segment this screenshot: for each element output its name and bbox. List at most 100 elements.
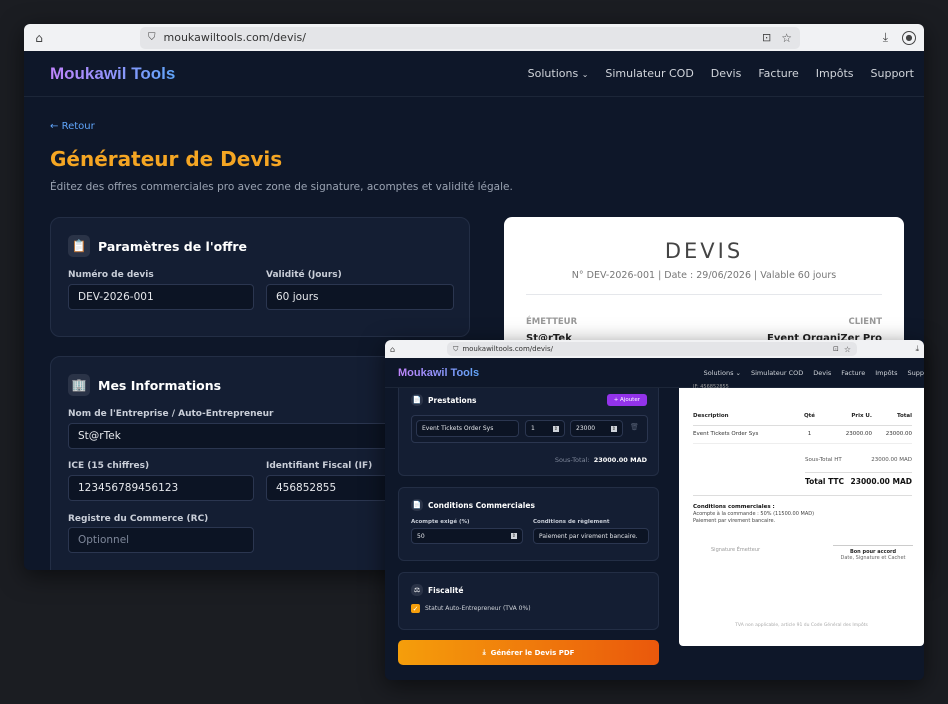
payment-terms-label: Conditions de règlement (533, 519, 610, 525)
site-header: Moukawil Tools Solutions ⌄ Simulateur CO… (24, 51, 924, 97)
nav-facture[interactable]: Facture (758, 67, 798, 80)
clipboard-icon: 📋 (68, 235, 90, 257)
nav-solutions-2[interactable]: Solutions ⌄ (704, 369, 741, 377)
nav-impots-2[interactable]: Impôts (875, 369, 897, 377)
generate-pdf-button[interactable]: ⤓ Générer le Devis PDF (398, 640, 659, 665)
building-icon: 🏢 (68, 374, 90, 396)
account-icon[interactable]: ● (902, 30, 916, 45)
install-icon[interactable]: ⊡ (833, 345, 839, 353)
star-icon[interactable]: ☆ (781, 31, 792, 45)
stepper-icon[interactable]: ⇕ (510, 533, 517, 539)
nav-devis[interactable]: Devis (711, 67, 742, 80)
download-icon[interactable]: ⤓ (915, 344, 919, 354)
quote-number-input[interactable]: DEV-2026-001 (68, 284, 254, 310)
preview-line-row: Event Tickets Order Sys 1 23000.00 23000… (693, 431, 912, 444)
home-icon[interactable]: ⌂ (390, 345, 395, 354)
preview-meta: N° DEV-2026-001 | Date : 29/06/2026 | Va… (571, 270, 837, 281)
preview-divider (526, 294, 882, 295)
payment-terms-input[interactable]: Paiement par virement bancaire. (533, 528, 649, 544)
ice-label: ICE (15 chiffres) (68, 461, 150, 471)
back-link[interactable]: ← Retour (50, 121, 95, 132)
stepper-icon[interactable]: ⇕ (552, 425, 559, 432)
nav-facture-2[interactable]: Facture (841, 369, 865, 377)
preview-if-cut: IF: 456852855 (693, 384, 729, 390)
line-price-input[interactable]: 23000 ⇕ (570, 420, 623, 437)
ice-input[interactable]: 123456789456123 (68, 475, 254, 501)
stepper-icon[interactable]: ⇕ (610, 425, 617, 432)
main-nav-2: Solutions ⌄ Simulateur COD Devis Facture… (704, 369, 924, 377)
subtotal-row: Sous-Total: 23000.00 MAD (554, 456, 647, 464)
quote-preview-bottom: IF: 456852855 Description Qté Prix U. To… (679, 384, 924, 646)
nav-cod[interactable]: Simulateur COD (605, 67, 693, 80)
site-header-2: Moukawil Tools Solutions ⌄ Simulateur CO… (385, 358, 924, 388)
checkbox-icon[interactable]: ✓ (411, 604, 420, 613)
site-logo[interactable]: Moukawil Tools (50, 64, 175, 84)
auto-entrepreneur-toggle[interactable]: ✓ Statut Auto-Entrepreneur (TVA 0%) (411, 604, 531, 613)
signature-emitter: Signature Émetteur (711, 547, 761, 553)
nav-solutions[interactable]: Solutions ⌄ (528, 67, 589, 80)
signature-client: Bon pour accord Date, Signature et Cache… (833, 545, 913, 561)
client-label: CLIENT (848, 317, 882, 327)
nav-impots[interactable]: Impôts (816, 67, 854, 80)
info-card-title: Mes Informations (98, 377, 222, 393)
download-icon[interactable]: ⤓ (883, 30, 888, 45)
rc-label: Registre du Commerce (RC) (68, 514, 209, 524)
home-icon[interactable]: ⌂ (32, 31, 46, 45)
browser-toolbar: ⌂ ⛉ moukawiltools.com/devis/ ⊡ ☆ ⤓ ● (24, 24, 924, 51)
prestations-card: 📄 Prestations + Ajouter Event Tickets Or… (398, 388, 659, 476)
company-name-label: Nom de l'Entreprise / Auto-Entrepreneur (68, 409, 274, 419)
chevron-down-icon: ⌄ (581, 70, 589, 79)
preview-subtotal: Sous-Total HT 23000.00 MAD (805, 457, 912, 463)
fiscal-card: ⚖ Fiscalité ✓ Statut Auto-Entrepreneur (… (398, 572, 659, 630)
shield-icon: ⛉ (148, 32, 156, 43)
offer-settings-card: 📋 Paramètres de l'offre Numéro de devis … (50, 217, 470, 337)
shield-icon: ⛉ (453, 344, 459, 353)
page-subtitle: Éditez des offres commerciales pro avec … (50, 181, 513, 193)
prestations-title: Prestations (428, 395, 477, 405)
arrow-left-icon: ← (50, 121, 59, 132)
nav-cod-2[interactable]: Simulateur COD (751, 369, 803, 377)
nav-devis-2[interactable]: Devis (813, 369, 831, 377)
browser-toolbar-2: ⌂ ⛉ moukawiltools.com/devis/ ⊡ ☆ ⤓ (385, 340, 924, 358)
quote-number-label: Numéro de devis (68, 270, 154, 280)
chevron-down-icon: ⌄ (735, 368, 741, 377)
fiscal-title: Fiscalité (428, 585, 464, 595)
rc-input[interactable]: Optionnel (68, 527, 254, 553)
deposit-label: Acompte exigé (%) (411, 519, 470, 525)
install-icon[interactable]: ⊡ (762, 31, 771, 44)
line-qty-input[interactable]: 1 ⇕ (525, 420, 565, 437)
download-icon: ⤓ (482, 648, 486, 656)
deposit-input[interactable]: 50 ⇕ (411, 528, 523, 544)
address-bar-2[interactable]: ⛉ moukawiltools.com/devis/ ⊡ ☆ (447, 342, 858, 356)
validity-input[interactable]: 60 jours (266, 284, 454, 310)
main-nav: Solutions ⌄ Simulateur COD Devis Facture… (528, 67, 914, 80)
line-description-input[interactable]: Event Tickets Order Sys (416, 420, 519, 437)
preview-table-header: Description Qté Prix U. Total (693, 413, 912, 426)
preview-total: Total TTC 23000.00 MAD (805, 472, 912, 486)
preview-heading: DEVIS (664, 239, 744, 263)
validity-label: Validité (Jours) (266, 270, 342, 280)
conditions-title: Conditions Commerciales (428, 500, 535, 510)
nav-support-2[interactable]: Supp (908, 369, 925, 377)
url-text-2: moukawiltools.com/devis/ (462, 345, 553, 353)
browser-window-overlay: ⌂ ⛉ moukawiltools.com/devis/ ⊡ ☆ ⤓ Mouka… (385, 340, 924, 680)
star-icon[interactable]: ☆ (844, 345, 851, 354)
site-logo-2[interactable]: Moukawil Tools (398, 367, 479, 379)
emitter-label: ÉMETTEUR (526, 317, 578, 327)
add-line-button[interactable]: + Ajouter (606, 394, 647, 406)
url-text: moukawiltools.com/devis/ (163, 31, 306, 44)
preview-footer: TVA non applicable, article 91 du Code G… (735, 623, 868, 628)
trash-icon[interactable]: 🗑 (630, 423, 639, 431)
nav-support[interactable]: Support (871, 67, 914, 80)
document-icon: 📄 (411, 394, 423, 406)
if-label: Identifiant Fiscal (IF) (266, 461, 373, 471)
document-icon: 📄 (411, 499, 423, 511)
offer-card-title: Paramètres de l'offre (98, 238, 248, 254)
page-title: Générateur de Devis (50, 147, 283, 171)
scale-icon: ⚖ (411, 584, 423, 596)
site-content-2: Moukawil Tools Solutions ⌄ Simulateur CO… (385, 358, 924, 680)
line-item-row: Event Tickets Order Sys 1 ⇕ 23000 ⇕ 🗑 (411, 415, 648, 443)
conditions-card: 📄 Conditions Commerciales Acompte exigé … (398, 487, 659, 561)
preview-conditions: Conditions commerciales : Acompte à la c… (693, 495, 912, 525)
address-bar[interactable]: ⛉ moukawiltools.com/devis/ ⊡ ☆ (140, 26, 800, 49)
